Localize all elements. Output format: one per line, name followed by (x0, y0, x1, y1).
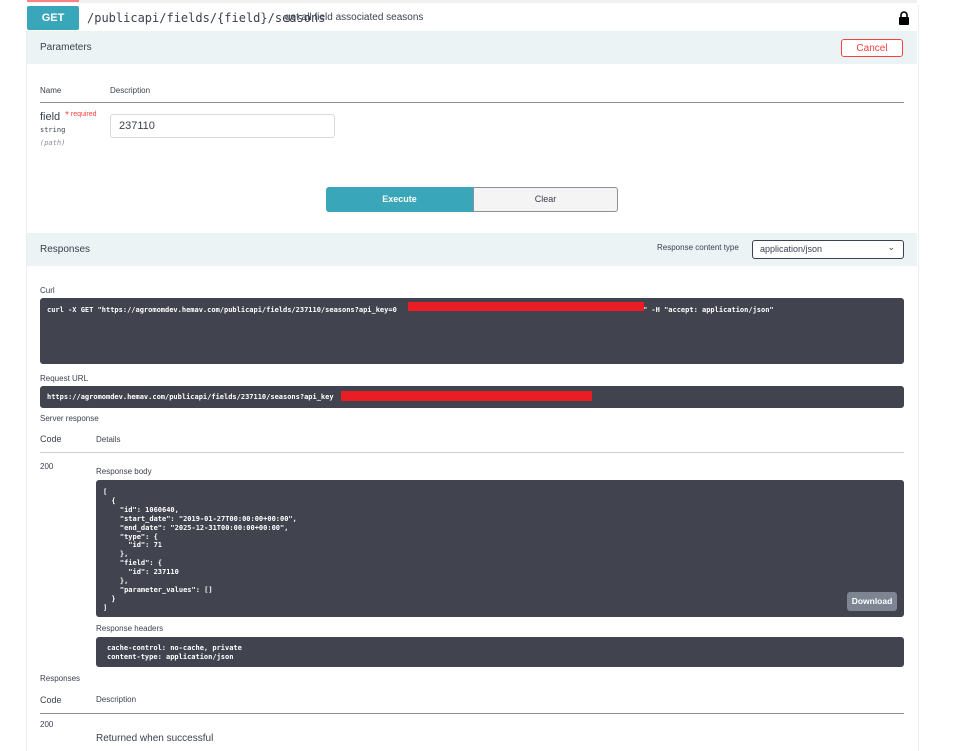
execute-button[interactable]: Execute (326, 187, 473, 212)
curl-label: Curl (40, 286, 55, 295)
responses-title: Responses (40, 244, 91, 255)
response-body-line: "type": { (103, 532, 158, 541)
redaction-bar (408, 302, 644, 311)
http-method-badge: GET (27, 6, 79, 30)
response-body-line: "id": 1060640, (103, 505, 179, 514)
parameters-title: Parameters (40, 42, 92, 53)
param-field-name: field (40, 111, 61, 123)
param-field-location: (path) (40, 139, 66, 147)
request-url-text: https://agromomdev.hemav.com/publicapi/f… (47, 393, 334, 401)
header-line: content-type: application/json (107, 653, 234, 661)
curl-command-end: " -H "accept: application/json" (643, 306, 774, 314)
content-type-select[interactable]: application/json ⌄ (752, 240, 904, 259)
response-body-line: "parameter_values": [] (103, 585, 213, 594)
response-body-line: { (103, 496, 116, 505)
param-col-name: Name (40, 86, 62, 95)
previous-block-accent (27, 0, 79, 2)
response-body-line: "id": 71 (103, 541, 163, 550)
response-body-line: [ (103, 488, 108, 496)
response-body-line: } (103, 594, 116, 603)
response-body-line: }, (103, 577, 129, 585)
operation-summary-text: get all field associated seasons (285, 12, 424, 23)
header-line: cache-control: no-cache, private (107, 644, 242, 652)
lock-icon[interactable] (898, 11, 910, 25)
response-description: Returned when successful (96, 733, 214, 744)
parameters-header: Parameters (27, 31, 917, 64)
response-body-line: }, (103, 550, 129, 559)
response-body-line: "id": 237110 (103, 568, 179, 577)
chevron-down-icon: ⌄ (887, 242, 895, 252)
request-url-label: Request URL (40, 374, 89, 383)
server-status-code: 200 (40, 462, 54, 471)
response-code: 200 (40, 720, 54, 729)
responses-col-code: Code (40, 695, 62, 705)
top-divider (27, 0, 917, 3)
redaction-bar (341, 391, 592, 401)
response-body-line: "start_date": "2019-01-27T00:00:00+00:00… (103, 514, 297, 523)
server-col-details: Details (96, 435, 121, 444)
param-col-description: Description (110, 86, 151, 95)
server-col-code: Code (40, 434, 62, 444)
response-headers-label: Response headers (96, 624, 164, 633)
field-input[interactable] (110, 114, 335, 138)
param-required: * required (65, 110, 97, 121)
response-body-line: ] (103, 603, 108, 612)
response-body-box[interactable]: [ { "id": 1060640, "start_date": "2019-0… (96, 480, 904, 617)
clear-button[interactable]: Clear (473, 187, 618, 212)
content-type-value: application/json (760, 244, 823, 254)
responses-col-description: Description (96, 695, 137, 704)
response-body-line: "end_date": "2025-12-31T00:00:00+00:00", (103, 523, 289, 532)
curl-command-start: curl -X GET "https://agromomdev.hemav.co… (47, 306, 397, 314)
response-headers-box[interactable]: cache-control: no-cache, private content… (96, 637, 904, 667)
params-divider (40, 102, 904, 103)
response-body-label: Response body (96, 467, 152, 476)
response-body-line: "field": { (103, 559, 163, 568)
cancel-button[interactable]: Cancel (841, 39, 903, 57)
responses-divider (40, 713, 904, 714)
server-response-label: Server response (40, 414, 99, 423)
responses-label: Responses (40, 674, 81, 683)
download-button[interactable]: Download (847, 592, 897, 611)
param-field-type: string (40, 126, 66, 134)
content-type-label: Response content type (657, 243, 739, 252)
server-response-divider (40, 452, 904, 453)
